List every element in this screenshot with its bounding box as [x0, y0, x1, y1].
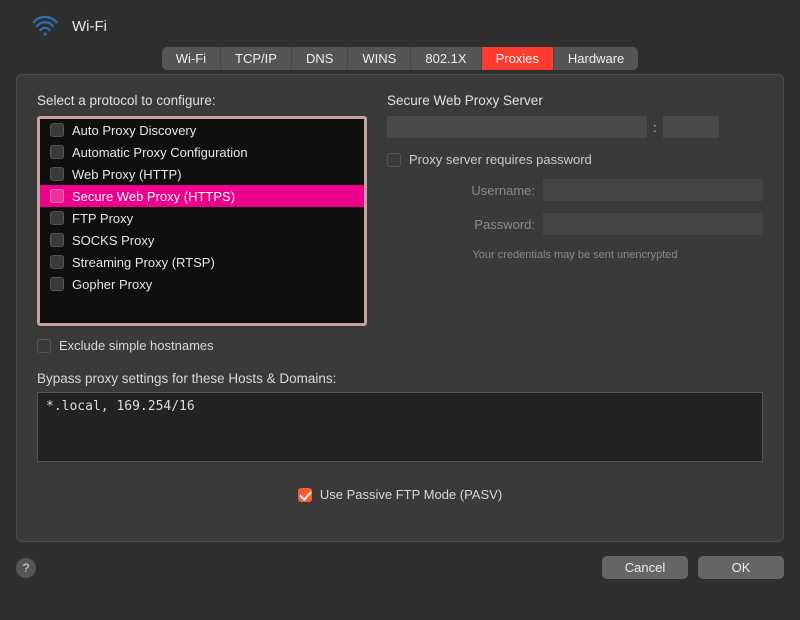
pasv-checkbox[interactable]: [298, 488, 312, 502]
wifi-icon: [30, 14, 60, 39]
pasv-label: Use Passive FTP Mode (PASV): [320, 487, 502, 502]
checkbox-icon[interactable]: [50, 233, 64, 247]
tab-wifi[interactable]: Wi-Fi: [162, 47, 221, 70]
protocol-list-label: Select a protocol to configure:: [37, 93, 367, 108]
username-label: Username:: [445, 183, 535, 198]
proxy-host-input[interactable]: [387, 116, 647, 138]
page-title: Wi-Fi: [72, 18, 107, 35]
password-label: Password:: [445, 217, 535, 232]
list-item[interactable]: Automatic Proxy Configuration: [40, 141, 364, 163]
list-item-label: Web Proxy (HTTP): [72, 167, 182, 182]
list-item[interactable]: Web Proxy (HTTP): [40, 163, 364, 185]
proxies-panel: Select a protocol to configure: Auto Pro…: [16, 74, 784, 542]
cancel-button[interactable]: Cancel: [602, 556, 688, 579]
exclude-simple-label: Exclude simple hostnames: [59, 338, 214, 353]
bypass-label: Bypass proxy settings for these Hosts & …: [37, 371, 763, 386]
list-item-label: Secure Web Proxy (HTTPS): [72, 189, 235, 204]
ok-button[interactable]: OK: [698, 556, 784, 579]
tab-bar: Wi-Fi TCP/IP DNS WINS 802.1X Proxies Har…: [16, 47, 784, 70]
exclude-simple-checkbox[interactable]: [37, 339, 51, 353]
username-input[interactable]: [543, 179, 763, 201]
host-port-separator: :: [653, 120, 657, 135]
list-item-label: Gopher Proxy: [72, 277, 152, 292]
list-item[interactable]: SOCKS Proxy: [40, 229, 364, 251]
checkbox-icon[interactable]: [50, 167, 64, 181]
proxy-port-input[interactable]: [663, 116, 719, 138]
server-section-label: Secure Web Proxy Server: [387, 93, 763, 108]
credentials-note: Your credentials may be sent unencrypted: [387, 249, 763, 261]
tab-hardware[interactable]: Hardware: [554, 47, 638, 70]
bypass-hosts-textarea[interactable]: [37, 392, 763, 462]
checkbox-icon[interactable]: [50, 255, 64, 269]
checkbox-icon[interactable]: [50, 123, 64, 137]
list-item[interactable]: Secure Web Proxy (HTTPS): [40, 185, 364, 207]
tab-dns[interactable]: DNS: [292, 47, 348, 70]
help-button[interactable]: ?: [16, 558, 36, 578]
protocol-listbox[interactable]: Auto Proxy Discovery Automatic Proxy Con…: [37, 116, 367, 326]
list-item-label: Auto Proxy Discovery: [72, 123, 196, 138]
list-item-label: SOCKS Proxy: [72, 233, 154, 248]
checkbox-icon[interactable]: [50, 145, 64, 159]
password-input[interactable]: [543, 213, 763, 235]
list-item[interactable]: Gopher Proxy: [40, 273, 364, 295]
list-item-label: Streaming Proxy (RTSP): [72, 255, 215, 270]
list-item[interactable]: FTP Proxy: [40, 207, 364, 229]
tab-wins[interactable]: WINS: [348, 47, 411, 70]
list-item-label: FTP Proxy: [72, 211, 133, 226]
requires-password-checkbox[interactable]: [387, 153, 401, 167]
list-item-label: Automatic Proxy Configuration: [72, 145, 248, 160]
requires-password-label: Proxy server requires password: [409, 152, 592, 167]
tab-8021x[interactable]: 802.1X: [411, 47, 481, 70]
tab-tcpip[interactable]: TCP/IP: [221, 47, 292, 70]
checkbox-icon[interactable]: [50, 277, 64, 291]
tab-proxies[interactable]: Proxies: [482, 47, 554, 70]
checkbox-icon[interactable]: [50, 189, 64, 203]
checkbox-icon[interactable]: [50, 211, 64, 225]
list-item[interactable]: Streaming Proxy (RTSP): [40, 251, 364, 273]
list-item[interactable]: Auto Proxy Discovery: [40, 119, 364, 141]
